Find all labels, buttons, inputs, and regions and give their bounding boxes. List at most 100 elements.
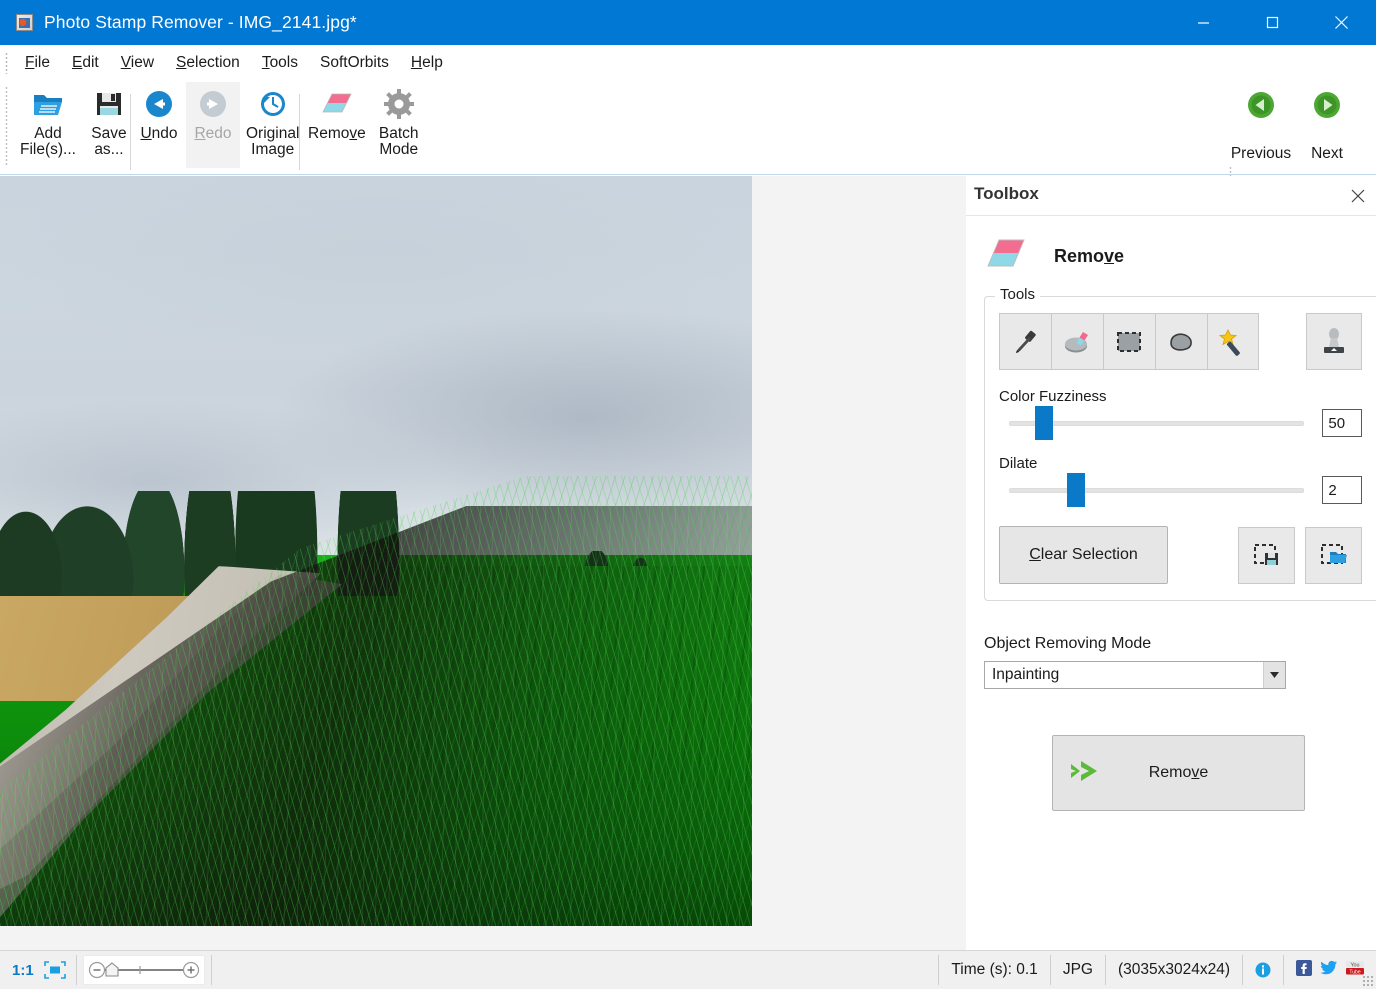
menu-label-tools: ools (270, 54, 298, 71)
load-selection-icon (1319, 542, 1349, 568)
eraser-tool-button[interactable] (1051, 313, 1104, 370)
original-image-button[interactable]: Original Image (240, 82, 305, 168)
chevron-down-icon[interactable] (1263, 662, 1285, 688)
navigation-group: Previous Next (1228, 84, 1360, 163)
toolbox-title: Toolbox (974, 184, 1039, 204)
facebook-button[interactable] (1296, 960, 1312, 981)
image-workspace[interactable] (0, 176, 966, 950)
close-button[interactable] (1307, 0, 1376, 45)
info-button[interactable] (1243, 951, 1283, 989)
menu-item-tools[interactable]: Tools (251, 51, 309, 75)
menu-label-view: iew (131, 54, 154, 71)
menu-item-view[interactable]: View (110, 51, 165, 75)
status-bar: 1:1 Time (s): 0.1 JPG (3035x3024x24) (0, 950, 1376, 989)
undo-button[interactable]: Undo (132, 82, 186, 168)
eraser-tool-icon (1062, 328, 1092, 356)
remove-action-button[interactable]: Remove (1052, 735, 1305, 811)
menu-accel-view: V (121, 54, 131, 71)
save-selection-icon (1252, 542, 1282, 568)
object-removing-mode-value: Inpainting (985, 666, 1059, 684)
previous-label: Previous (1231, 145, 1291, 163)
next-button[interactable]: Next (1294, 84, 1360, 163)
toolbar-drag-grip[interactable] (5, 86, 8, 166)
menu-accel-help: H (411, 54, 422, 71)
menu-item-file[interactable]: File (14, 51, 61, 75)
zoom-out-icon (89, 963, 104, 978)
magic-wand-tool-button[interactable] (1207, 313, 1260, 370)
menu-label-file: ile (34, 54, 50, 71)
zoom-slider[interactable] (83, 955, 205, 985)
toolbox-section-title: Remove (1054, 246, 1124, 267)
resize-grip[interactable] (1362, 975, 1374, 987)
application-window: Photo Stamp Remover - IMG_2141.jpg* File… (0, 0, 1376, 989)
menu-item-softorbits[interactable]: SoftOrbits (309, 51, 400, 75)
save-selection-button[interactable] (1238, 527, 1295, 584)
toolbar: Add File(s)... Save as... (0, 80, 1376, 175)
clear-selection-accel: C (1029, 546, 1041, 563)
lasso-select-tool-button[interactable] (1155, 313, 1208, 370)
batch-mode-button[interactable]: Batch Mode (372, 82, 426, 168)
menu-bar: File Edit View Selection Tools SoftOrbit… (0, 45, 1376, 80)
dilate-value[interactable]: 2 (1322, 476, 1362, 504)
save-as-button[interactable]: Save as... (82, 82, 136, 168)
selection-io-group (1228, 527, 1362, 584)
redo-arrow-icon (198, 87, 228, 121)
color-fuzziness-row: 50 (999, 409, 1362, 437)
undo-arrow-icon (144, 87, 174, 121)
menu-item-edit[interactable]: Edit (61, 51, 110, 75)
section-accel: v (1104, 246, 1114, 266)
image-dimensions: (3035x3024x24) (1106, 951, 1242, 989)
fit-to-window-icon (44, 961, 66, 979)
color-fuzziness-thumb[interactable] (1035, 406, 1053, 440)
file-format: JPG (1051, 951, 1105, 989)
dilate-thumb[interactable] (1067, 473, 1085, 507)
marker-tool-button[interactable] (999, 313, 1052, 370)
add-files-label: Add File(s)... (20, 126, 76, 157)
batch-mode-label: Batch Mode (379, 126, 419, 157)
marker-icon (1011, 328, 1039, 356)
menu-item-selection[interactable]: Selection (165, 51, 251, 75)
load-selection-button[interactable] (1305, 527, 1362, 584)
redo-button[interactable]: Redo (186, 82, 240, 168)
minimize-button[interactable] (1169, 0, 1238, 45)
color-fuzziness-track (1009, 421, 1304, 426)
menu-item-help[interactable]: Help (400, 51, 454, 75)
rectangle-select-icon (1114, 329, 1144, 355)
fit-to-window-button[interactable] (42, 961, 76, 979)
image-canvas[interactable] (0, 176, 752, 926)
youtube-icon: You Tube (1346, 960, 1364, 976)
stamp-tool-button[interactable] (1306, 313, 1362, 370)
svg-text:You: You (1350, 962, 1359, 968)
dilate-row: 2 (999, 476, 1362, 504)
previous-button[interactable]: Previous (1228, 84, 1294, 163)
menu-accel-edit: E (72, 54, 82, 71)
add-files-button[interactable]: Add File(s)... (14, 82, 82, 168)
color-fuzziness-slider[interactable] (999, 411, 1308, 435)
color-fuzziness-value[interactable]: 50 (1322, 409, 1362, 437)
object-removing-mode-label: Object Removing Mode (984, 635, 1376, 653)
twitter-icon (1320, 960, 1338, 976)
menu-drag-grip[interactable] (5, 52, 8, 74)
object-removing-mode-select[interactable]: Inpainting (984, 661, 1286, 689)
open-folder-icon (32, 87, 64, 121)
toolbox-section-header: Remove (966, 226, 1376, 278)
menu-label-edit: dit (82, 54, 98, 71)
clear-selection-button[interactable]: Clear Selection (999, 526, 1168, 584)
menu-label-help: elp (422, 54, 443, 71)
toolbox-body: Remove Tools (966, 216, 1376, 811)
next-arrow-icon (1312, 90, 1342, 125)
selection-buttons-row: Clear Selection (999, 526, 1362, 584)
eraser-icon-large (984, 235, 1028, 278)
toolbox-close-icon[interactable] (1348, 186, 1368, 206)
maximize-button[interactable] (1238, 0, 1307, 45)
status-divider-2 (211, 955, 212, 985)
redo-accel: R (194, 125, 205, 142)
toolbar-separator-2 (299, 94, 300, 170)
twitter-button[interactable] (1320, 960, 1338, 981)
rectangle-select-tool-button[interactable] (1103, 313, 1156, 370)
dilate-slider[interactable] (999, 478, 1308, 502)
processing-time: Time (s): 0.1 (939, 951, 1049, 989)
tools-group: Tools (984, 296, 1376, 601)
zoom-ratio-label[interactable]: 1:1 (0, 962, 42, 979)
remove-toolbar-button[interactable]: Remove (302, 82, 372, 168)
